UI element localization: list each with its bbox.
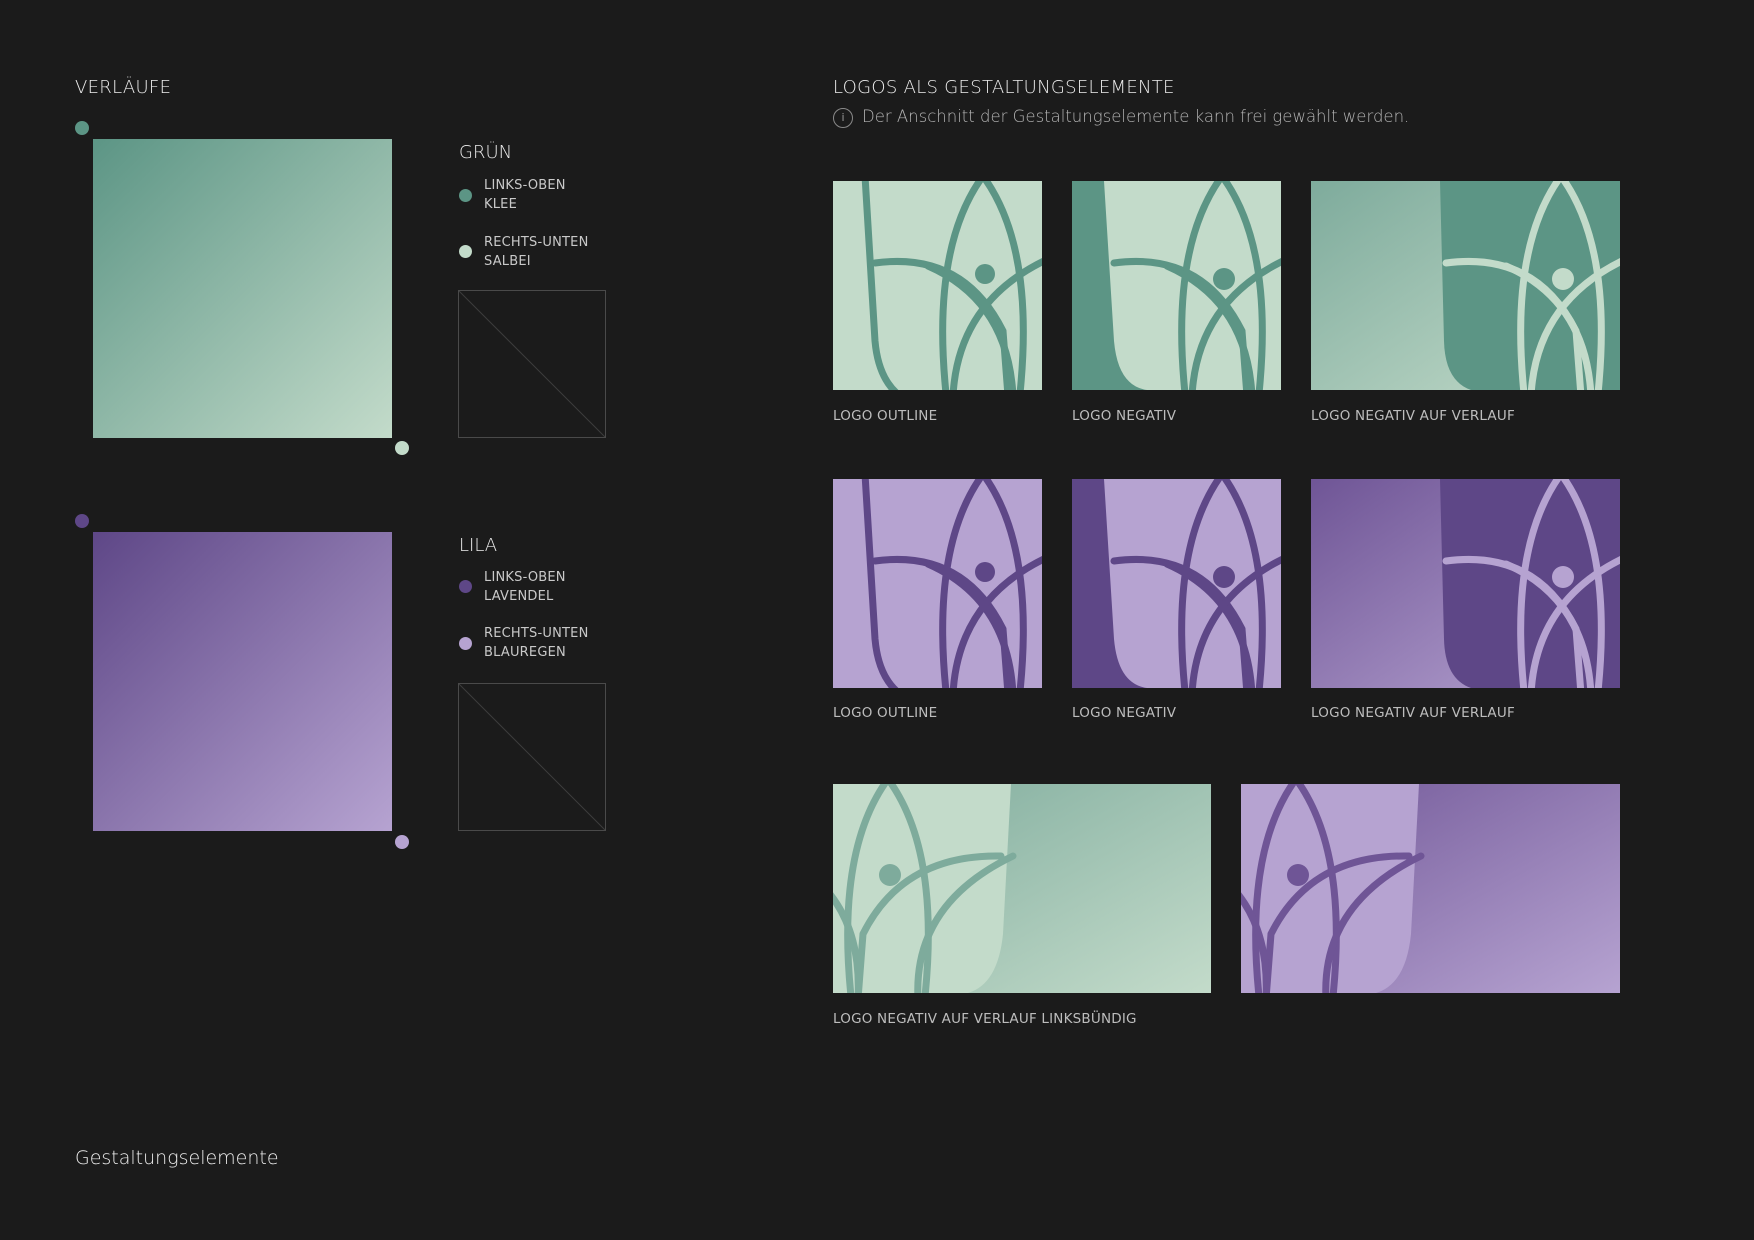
info-icon: i bbox=[833, 108, 853, 128]
logo-negative-icon bbox=[1072, 181, 1281, 390]
tile-label: LOGO NEGATIV bbox=[1072, 705, 1177, 721]
gradient-direction-diagram bbox=[458, 683, 606, 831]
tile-label: LOGO NEGATIV AUF VERLAUF bbox=[1311, 705, 1515, 721]
color-stop-start: LINKS-OBEN LAVENDEL bbox=[484, 570, 566, 604]
gradient-direction-diagram bbox=[458, 290, 606, 438]
logos-title: LOGOS ALS GESTALTUNGSELEMENTE bbox=[833, 77, 1175, 98]
purple-gradient-swatch bbox=[93, 532, 392, 831]
logo-negative-icon bbox=[1072, 479, 1281, 688]
logo-outline-icon bbox=[833, 181, 1042, 390]
color-stop-end: RECHTS-UNTEN BLAUREGEN bbox=[484, 626, 589, 660]
logo-negative-gradient-icon bbox=[1311, 479, 1620, 688]
logo-wide-left-aligned-purple bbox=[1241, 784, 1620, 993]
gradient-end-handle[interactable] bbox=[395, 835, 409, 849]
tile-label: LOGO OUTLINE bbox=[833, 408, 938, 424]
logo-outline-purple bbox=[833, 479, 1042, 688]
tile-label: LOGO NEGATIV AUF VERLAUF bbox=[1311, 408, 1515, 424]
tile-label: LOGO NEGATIV AUF VERLAUF LINKSBÜNDIG bbox=[833, 1011, 1137, 1027]
gradient-start-handle[interactable] bbox=[75, 121, 89, 135]
gradient-start-handle[interactable] bbox=[75, 514, 89, 528]
diagonal-line-icon bbox=[458, 290, 606, 438]
gradient-end-handle[interactable] bbox=[395, 441, 409, 455]
logo-wide-icon bbox=[1241, 784, 1620, 993]
info-text: Der Anschnitt der Gestaltungselemente ka… bbox=[862, 107, 1410, 126]
logo-wide-icon bbox=[833, 784, 1211, 993]
color-dot bbox=[459, 580, 472, 593]
logo-negative-gradient-icon bbox=[1311, 181, 1620, 390]
tile-label: LOGO OUTLINE bbox=[833, 705, 938, 721]
logo-outline-green bbox=[833, 181, 1042, 390]
logo-negative-gradient-green bbox=[1311, 181, 1620, 390]
diagonal-line-icon bbox=[458, 683, 606, 831]
color-stop-end: RECHTS-UNTEN SALBEI bbox=[484, 235, 589, 269]
gradient-name: LILA bbox=[459, 535, 498, 556]
logo-negative-purple bbox=[1072, 479, 1281, 688]
tile-label: LOGO NEGATIV bbox=[1072, 408, 1177, 424]
logo-wide-left-aligned-green bbox=[833, 784, 1211, 993]
color-dot bbox=[459, 637, 472, 650]
gradient-name: GRÜN bbox=[459, 142, 513, 163]
green-gradient-swatch bbox=[93, 139, 392, 438]
logo-negative-green bbox=[1072, 181, 1281, 390]
color-stop-start: LINKS-OBEN KLEE bbox=[484, 178, 566, 212]
logo-negative-gradient-purple bbox=[1311, 479, 1620, 688]
color-dot bbox=[459, 189, 472, 202]
footer-title: Gestaltungselemente bbox=[75, 1147, 279, 1169]
color-dot bbox=[459, 245, 472, 258]
logo-outline-icon bbox=[833, 479, 1042, 688]
gradients-title: VERLÄUFE bbox=[75, 77, 172, 98]
